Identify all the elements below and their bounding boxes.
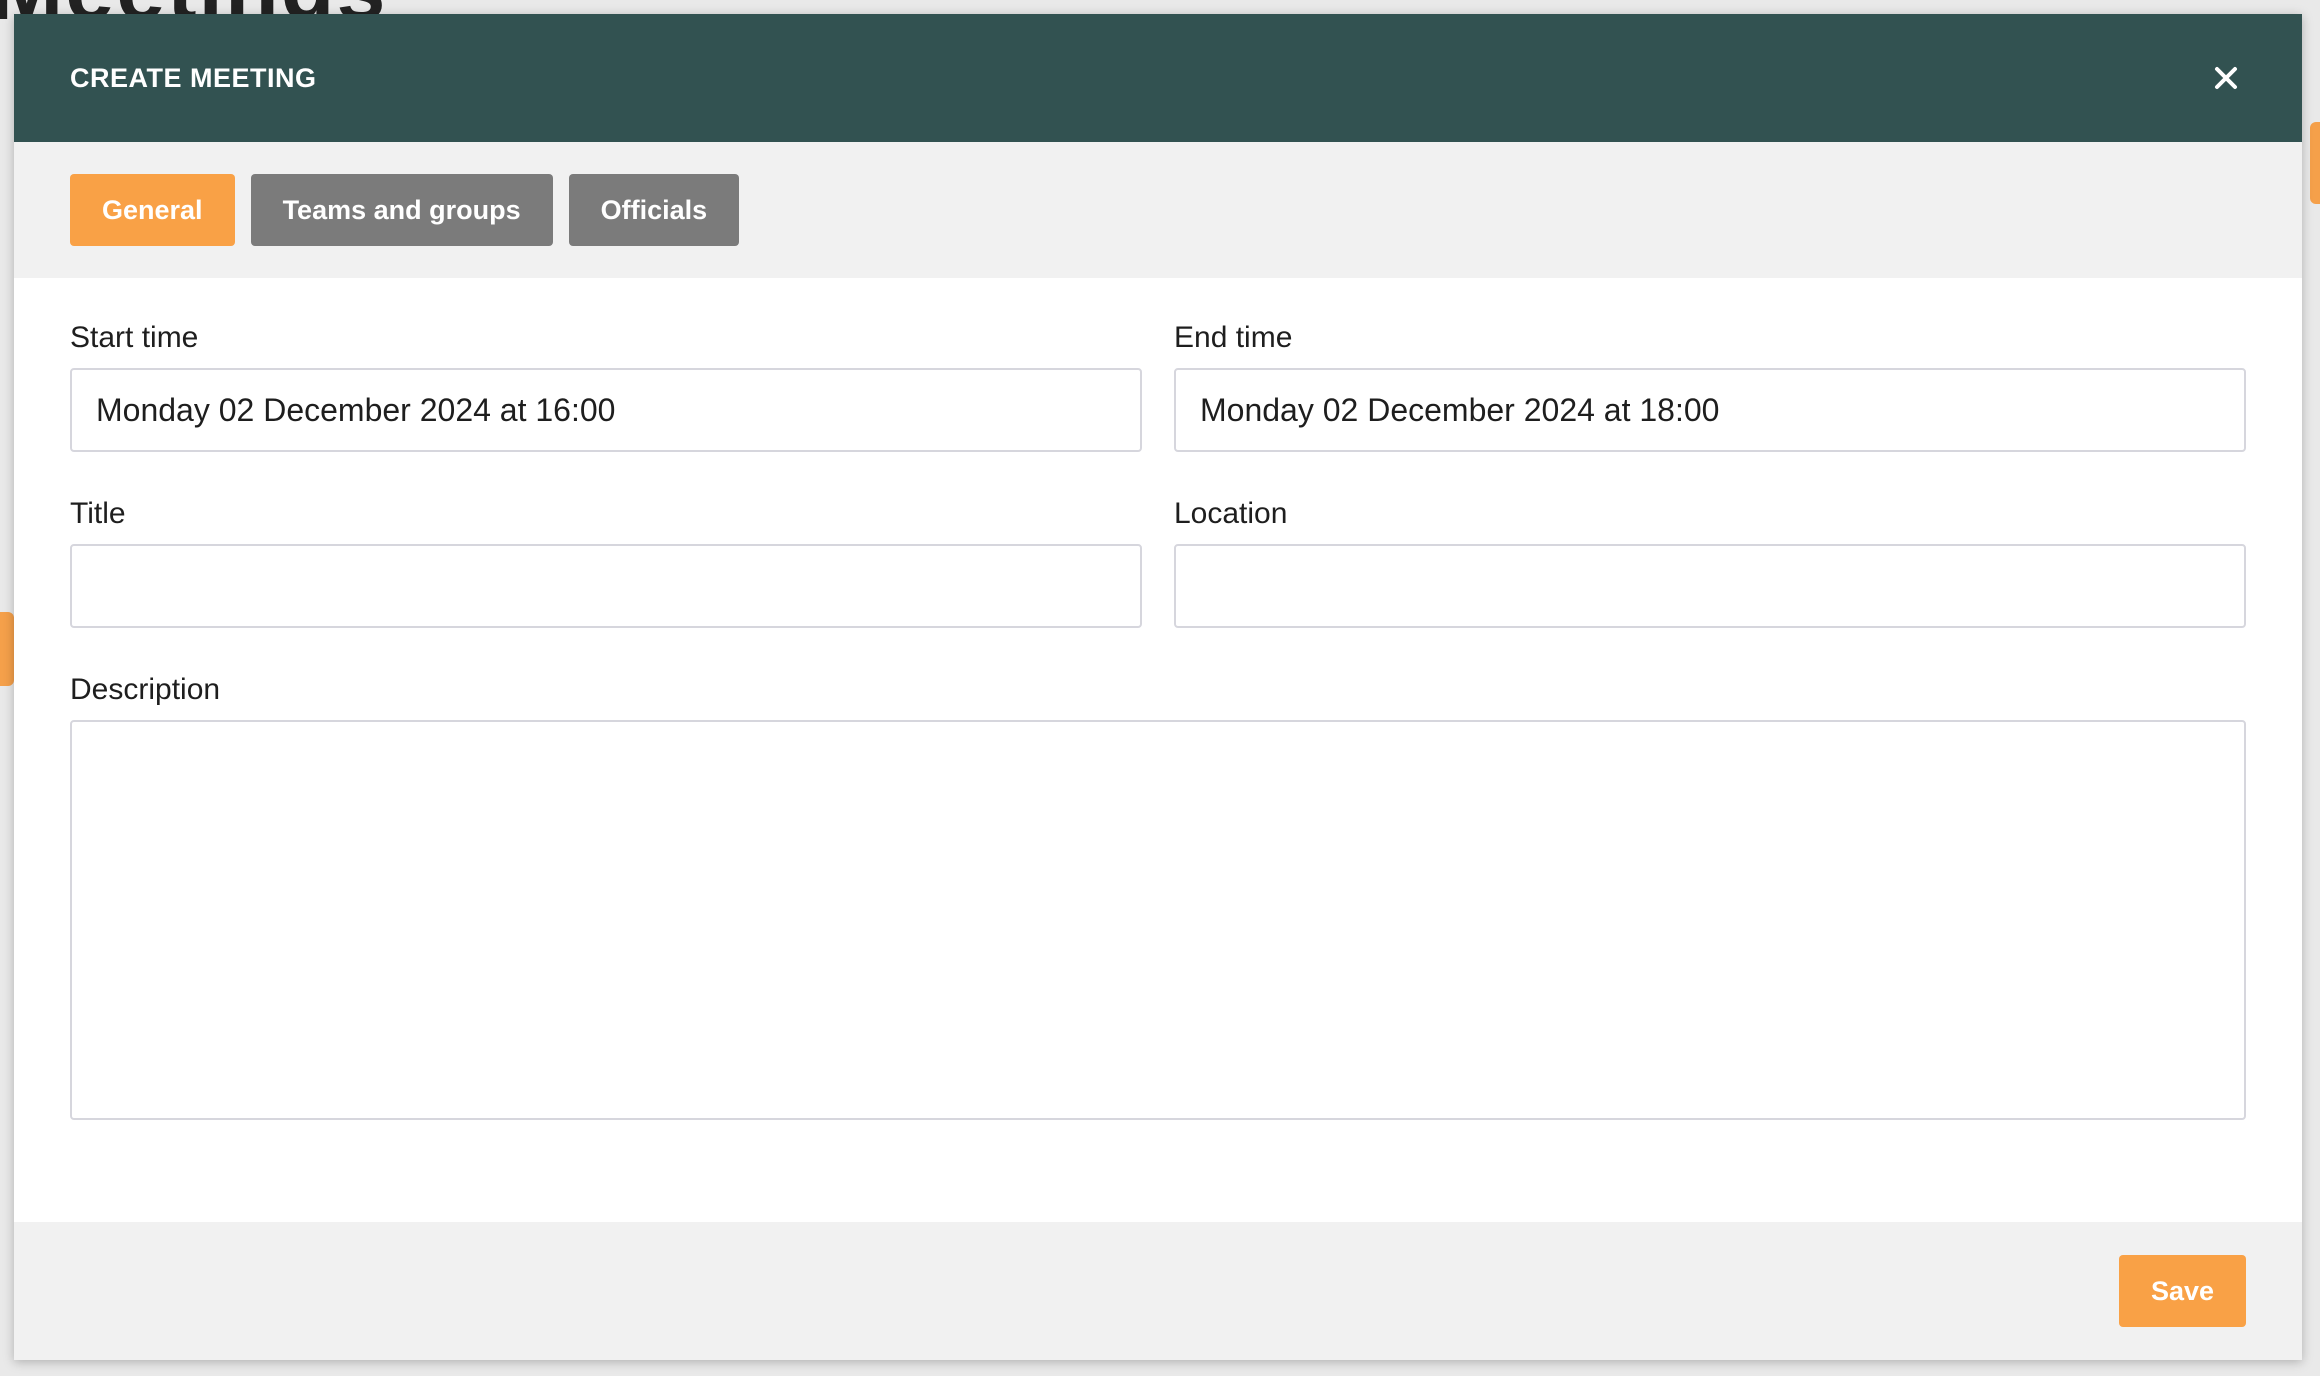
title-label: Title: [70, 497, 126, 530]
location-field: Location: [1174, 496, 2246, 628]
tab-general[interactable]: General: [70, 174, 235, 246]
tab-teams-and-groups[interactable]: Teams and groups: [250, 174, 553, 246]
time-row: Start time End time: [70, 320, 2246, 452]
start-time-input[interactable]: [70, 368, 1142, 452]
end-time-field: End time: [1174, 320, 2246, 452]
description-field: Description: [70, 672, 2246, 1120]
start-time-label: Start time: [70, 321, 199, 354]
description-row: Description: [70, 672, 2246, 1120]
modal-footer: Save: [14, 1222, 2302, 1360]
modal-body: Start time End time Title Location Descr…: [14, 278, 2302, 1222]
title-location-row: Title Location: [70, 496, 2246, 628]
start-time-field: Start time: [70, 320, 1142, 452]
tab-officials[interactable]: Officials: [568, 174, 740, 246]
background-orange-tab: [0, 612, 14, 686]
create-meeting-modal: CREATE MEETING General Teams and groups …: [14, 14, 2302, 1360]
close-icon: [2215, 67, 2237, 89]
title-input[interactable]: [70, 544, 1142, 628]
modal-header: CREATE MEETING: [14, 14, 2302, 142]
modal-title: CREATE MEETING: [70, 62, 317, 93]
description-label: Description: [70, 673, 221, 706]
close-button[interactable]: [2206, 58, 2246, 98]
tabs-bar: General Teams and groups Officials: [14, 142, 2302, 278]
save-button[interactable]: Save: [2118, 1255, 2246, 1327]
description-textarea[interactable]: [70, 720, 2246, 1120]
title-field: Title: [70, 496, 1142, 628]
location-input[interactable]: [1174, 544, 2246, 628]
background-orange-scroll-tab: [2310, 122, 2320, 204]
end-time-input[interactable]: [1174, 368, 2246, 452]
end-time-label: End time: [1174, 321, 1293, 354]
location-label: Location: [1174, 497, 1288, 530]
